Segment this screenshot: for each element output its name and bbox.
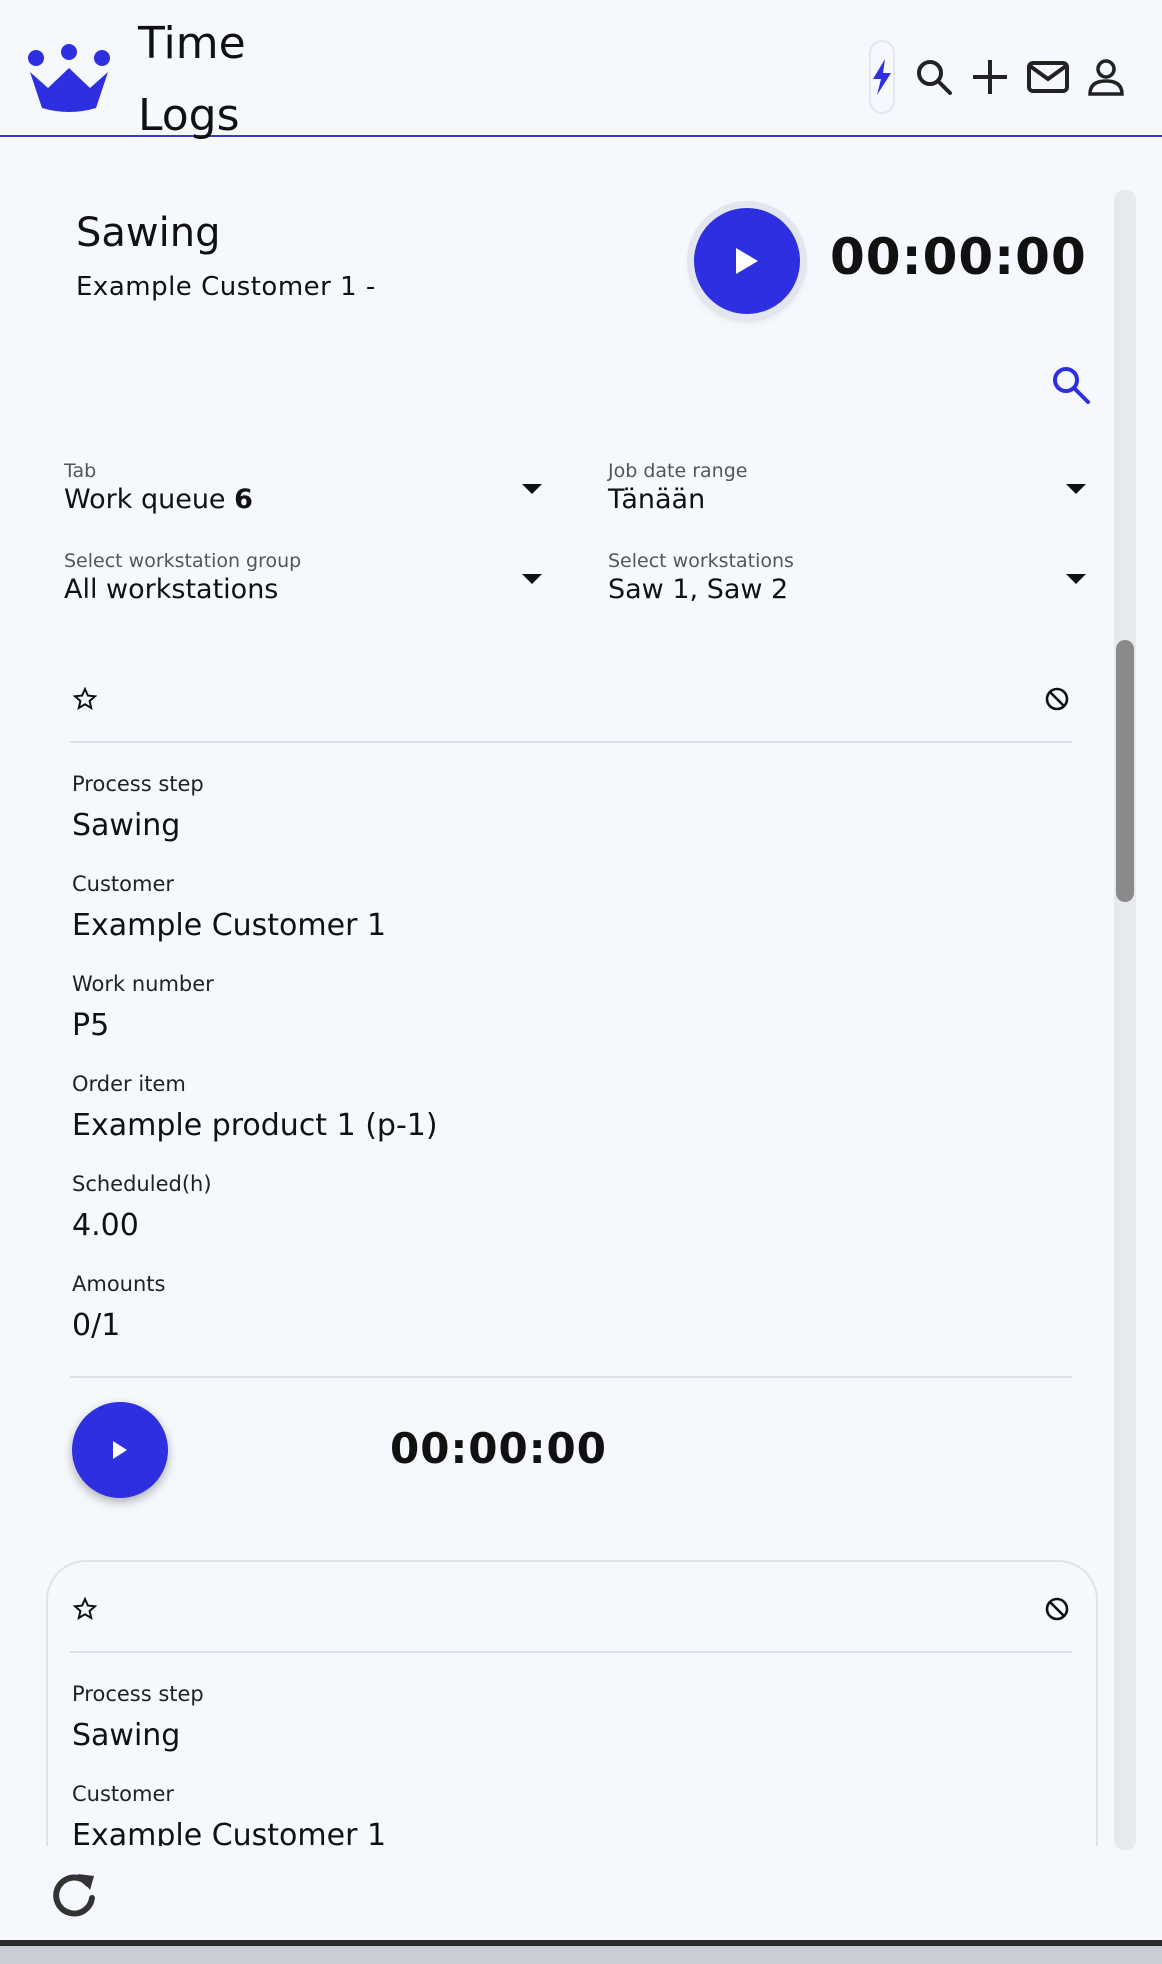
- current-task-subtitle: Example Customer 1 -: [76, 272, 376, 302]
- plus-icon: [973, 60, 1007, 94]
- star-outline-icon: [73, 687, 97, 711]
- current-task-timer: 00:00:00: [830, 228, 1087, 286]
- app-title-line2: Logs: [138, 90, 240, 141]
- tab-select[interactable]: Tab Work queue 6: [64, 460, 253, 515]
- tab-select-caret-icon[interactable]: [522, 484, 542, 494]
- work-number-label: Work number: [72, 972, 214, 996]
- workstations-select[interactable]: Select workstations Saw 1, Saw 2: [608, 550, 794, 605]
- job-date-range-label: Job date range: [608, 460, 748, 482]
- workstations-value: Saw 1, Saw 2: [608, 574, 789, 605]
- card-divider: [70, 1651, 1072, 1653]
- quick-action-pill[interactable]: [869, 40, 895, 114]
- workstations-caret-icon[interactable]: [1066, 574, 1086, 584]
- order-item-label: Order item: [72, 1072, 186, 1096]
- favorite-button[interactable]: [72, 1596, 98, 1622]
- scheduled-label: Scheduled(h): [72, 1172, 212, 1196]
- order-item-value: Example product 1 (p-1): [72, 1108, 438, 1143]
- app-header: Time Logs: [0, 0, 1162, 141]
- search-button[interactable]: [910, 50, 958, 104]
- amounts-label: Amounts: [72, 1272, 166, 1296]
- add-button[interactable]: [966, 50, 1014, 104]
- content-scrollbar[interactable]: [1114, 190, 1136, 1850]
- job-date-range-caret-icon[interactable]: [1066, 484, 1086, 494]
- play-icon: [736, 248, 758, 274]
- favorite-button[interactable]: [72, 686, 98, 712]
- customer-value: Example Customer 1: [72, 908, 387, 943]
- card-divider: [70, 1376, 1072, 1378]
- block-icon: [1045, 1597, 1069, 1621]
- user-icon: [1088, 59, 1124, 96]
- process-step-value: Sawing: [72, 1718, 181, 1753]
- workstation-group-caret-icon[interactable]: [522, 574, 542, 584]
- mail-icon: [1027, 61, 1069, 93]
- workstation-group-label: Select workstation group: [64, 550, 302, 572]
- refresh-icon[interactable]: [48, 1866, 100, 1922]
- workstation-group-value: All workstations: [64, 574, 279, 605]
- workstation-group-select[interactable]: Select workstation group All workstation…: [64, 550, 301, 605]
- star-outline-icon: [73, 1597, 97, 1621]
- tab-select-label: Tab: [64, 460, 97, 482]
- current-task-title: Sawing: [76, 210, 221, 256]
- workstations-label: Select workstations: [608, 550, 794, 572]
- app-title-line1: Time: [138, 18, 246, 69]
- process-step-value: Sawing: [72, 808, 181, 843]
- play-icon: [113, 1441, 127, 1459]
- content-scrollbar-thumb[interactable]: [1116, 640, 1134, 902]
- search-icon: [917, 60, 952, 95]
- bolt-icon: [873, 59, 891, 95]
- app-title: Time Logs: [138, 8, 246, 152]
- scheduled-value: 4.00: [72, 1208, 139, 1243]
- os-dock: [0, 1946, 1162, 1964]
- block-button[interactable]: [1044, 686, 1070, 712]
- start-job-timer-button[interactable]: [72, 1402, 168, 1498]
- crown-logo-icon[interactable]: [26, 44, 112, 112]
- tab-count-badge: 6: [234, 484, 253, 515]
- messages-button[interactable]: [1024, 50, 1072, 104]
- footer-bar: [0, 1846, 1112, 1946]
- customer-label: Customer: [72, 1782, 175, 1806]
- card-divider: [70, 741, 1072, 743]
- customer-label: Customer: [72, 872, 175, 896]
- job-timer: 00:00:00: [390, 1424, 607, 1473]
- process-step-label: Process step: [72, 772, 204, 796]
- work-number-value: P5: [72, 1008, 110, 1043]
- tab-select-value: Work queue: [64, 484, 226, 515]
- start-timer-button[interactable]: [694, 208, 800, 314]
- process-step-label: Process step: [72, 1682, 204, 1706]
- amounts-value: 0/1: [72, 1308, 121, 1343]
- job-date-range-value: Tänään: [608, 484, 706, 515]
- job-date-range-select[interactable]: Job date range Tänään: [608, 460, 747, 515]
- block-button[interactable]: [1044, 1596, 1070, 1622]
- profile-button[interactable]: [1082, 50, 1130, 104]
- block-icon: [1045, 687, 1069, 711]
- search-jobs-icon[interactable]: [1050, 364, 1092, 406]
